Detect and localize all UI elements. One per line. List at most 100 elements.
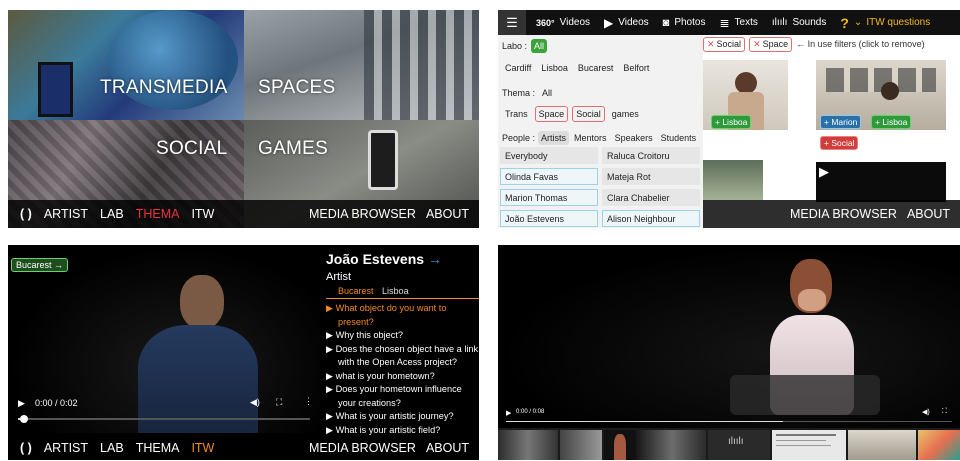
progress-handle[interactable] (19, 415, 28, 423)
question-item[interactable]: ▶ what is your hometown? (326, 370, 479, 384)
nav-artist[interactable]: ARTIST (44, 441, 88, 455)
people-tab-students[interactable]: Students (658, 131, 700, 145)
person-item[interactable]: Mateja Rot (602, 168, 700, 185)
filmstrip-item[interactable]: ılıılı (708, 430, 770, 460)
logo-button[interactable]: ( ) (20, 207, 32, 221)
tile-photo (364, 10, 479, 120)
in-use-hint: ← In use filters (click to remove) (796, 39, 925, 49)
people-tab-speakers[interactable]: Speakers (612, 131, 656, 145)
player-video[interactable]: ▶ 0:00 / 0:08 ◀) ⛶ (498, 245, 960, 428)
thema-games[interactable]: games (609, 107, 642, 121)
nav-lab[interactable]: LAB (100, 441, 124, 455)
nav-media-browser[interactable]: MEDIA BROWSER (309, 207, 416, 221)
video-progress[interactable] (506, 421, 952, 422)
person-item[interactable]: Everybody (500, 147, 598, 164)
tile-transmedia[interactable]: TRANSMEDIA (8, 10, 244, 120)
question-item[interactable]: ▶ Does your hometown influence your crea… (326, 383, 479, 410)
labo-belfort[interactable]: Belfort (620, 61, 652, 75)
question-item[interactable]: ▶ What is your artistic journey? (326, 410, 479, 424)
filmstrip-item[interactable] (772, 430, 846, 460)
filmstrip-item[interactable] (638, 430, 706, 460)
nav-about[interactable]: ABOUT (426, 207, 469, 221)
filter-questions[interactable]: ? ⌄ ITW questions (840, 15, 930, 31)
play-icon[interactable]: ▶ (18, 398, 25, 409)
arrow-right-icon: → (427, 251, 442, 267)
nav-lab[interactable]: LAB (100, 207, 124, 221)
filmstrip-item[interactable] (498, 430, 558, 460)
in-use-space-label: Space (762, 38, 789, 49)
media-thumb[interactable]: + Marion + Lisboa (816, 60, 946, 130)
thumb-tag-lisboa[interactable]: + Lisboa (871, 115, 912, 129)
tile-spaces[interactable]: SPACES (244, 10, 479, 120)
media-thumb[interactable]: + Lisboa (703, 60, 788, 130)
thema-all[interactable]: All (539, 86, 555, 100)
volume-icon[interactable]: ◀) (250, 397, 260, 408)
main-nav: ( ) ARTIST LAB THEMA ITW MEDIA BROWSER A… (8, 435, 479, 460)
in-use-social[interactable]: ✕ Social (703, 36, 746, 52)
people-tab-mentors[interactable]: Mentors (571, 131, 610, 145)
thumb-tag-social[interactable]: + Social (820, 136, 859, 150)
thumb-tag-marion[interactable]: + Marion (820, 115, 862, 129)
more-options-icon[interactable]: ⋮ (304, 396, 313, 407)
person-item[interactable]: Clara Chabelier (602, 189, 700, 206)
fullscreen-icon[interactable]: ⛶ (276, 397, 282, 408)
thema-space[interactable]: Space (534, 106, 569, 122)
thema-trans[interactable]: Trans (502, 107, 531, 121)
nav-media-browser[interactable]: MEDIA BROWSER (309, 441, 416, 455)
media-thumb[interactable] (703, 160, 763, 200)
play-icon[interactable]: ▶ (506, 409, 511, 417)
labo-cardiff[interactable]: Cardiff (502, 61, 534, 75)
nav-media-browser[interactable]: MEDIA BROWSER (790, 207, 897, 221)
media-thumb[interactable]: ▶ (816, 162, 946, 202)
tile-photo (368, 130, 398, 190)
question-text: What is your artistic journey? (335, 411, 454, 421)
question-text: What is your artistic field? (335, 424, 441, 435)
volume-icon[interactable]: ◀) (922, 408, 930, 416)
nav-itw[interactable]: ITW (191, 207, 214, 221)
filmstrip-item[interactable] (604, 430, 636, 460)
filter-videos[interactable]: ▶ Videos (604, 16, 649, 30)
video-frame (798, 289, 826, 311)
filter-videos-360[interactable]: 360° Videos (536, 17, 590, 28)
city-link[interactable]: Bucarest (338, 286, 374, 296)
nav-artist[interactable]: ARTIST (44, 207, 88, 221)
person-item[interactable]: Olinda Favas (500, 168, 598, 185)
person-item[interactable]: João Estevens (500, 210, 598, 227)
question-item[interactable]: ▶ What object do you want to present? (326, 302, 479, 329)
city-link[interactable]: Lisboa (382, 286, 409, 296)
nav-about[interactable]: ABOUT (426, 441, 469, 455)
thumb-photo (735, 72, 757, 94)
filmstrip-item[interactable] (918, 430, 960, 460)
nav-itw[interactable]: ITW (191, 441, 214, 455)
filter-sounds[interactable]: ılıılı Sounds (772, 17, 826, 28)
filter-photos[interactable]: ◙ Photos (663, 17, 706, 29)
nav-thema[interactable]: THEMA (136, 207, 180, 221)
question-item[interactable]: ▶ Does the chosen object have a link wit… (326, 343, 479, 370)
person-item[interactable]: Alison Neighbour (602, 210, 700, 227)
nav-thema[interactable]: THEMA (136, 441, 180, 455)
filter-menu-icon[interactable]: ☰ (498, 10, 526, 35)
people-tab-artists[interactable]: Artists (538, 131, 570, 145)
thema-social[interactable]: Social (572, 106, 605, 122)
tile-photo (38, 62, 73, 117)
filmstrip-item[interactable] (848, 430, 916, 460)
in-use-space[interactable]: ✕ Space (749, 36, 793, 52)
question-item[interactable]: ▶ Why this object? (326, 329, 479, 343)
labo-all[interactable]: All (531, 39, 548, 53)
logo-button[interactable]: ( ) (20, 441, 32, 455)
filter-texts[interactable]: ≣ Texts (719, 16, 757, 30)
filmstrip-item[interactable] (560, 430, 602, 460)
video-progress[interactable] (18, 415, 310, 423)
thumb-tag-lisboa[interactable]: + Lisboa (711, 115, 752, 129)
people-label: People : (502, 133, 536, 143)
person-item[interactable]: Raluca Croitoru (602, 147, 700, 164)
city-chip-bucarest[interactable]: Bucarest → (11, 258, 69, 272)
interview-video[interactable]: Bucarest → ▶ 0:00 / 0:02 ◀) ⛶ ⋮ (8, 245, 320, 433)
labo-bucarest[interactable]: Bucarest (575, 61, 617, 75)
person-name[interactable]: João Estevens → (326, 251, 479, 267)
person-item[interactable]: Marion Thomas (500, 189, 598, 206)
thema-view: TRANSMEDIA SPACES SOCIAL GAMES ( ) ARTIS… (8, 10, 479, 228)
fullscreen-icon[interactable]: ⛶ (942, 408, 947, 416)
labo-lisboa[interactable]: Lisboa (538, 61, 571, 75)
nav-about[interactable]: ABOUT (907, 207, 950, 221)
